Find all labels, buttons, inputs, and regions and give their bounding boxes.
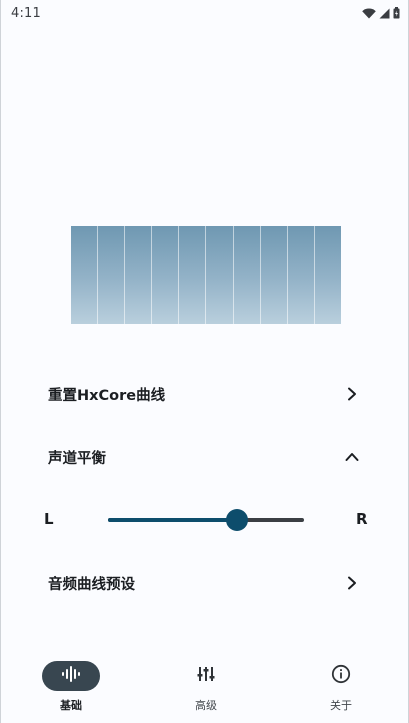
eq-band[interactable] xyxy=(261,226,288,324)
info-icon xyxy=(331,664,351,688)
eq-band[interactable] xyxy=(98,226,126,324)
status-bar: 4:11 xyxy=(1,0,409,26)
curve-presets-row[interactable]: 音频曲线预设 xyxy=(1,559,409,607)
eq-band[interactable] xyxy=(179,226,207,324)
sliders-icon xyxy=(197,665,215,687)
chevron-right-icon xyxy=(344,386,360,402)
channel-balance-row[interactable]: 声道平衡 xyxy=(1,433,409,481)
nav-item-advanced[interactable]: 高级 xyxy=(156,650,256,720)
battery-icon xyxy=(393,7,400,19)
eq-curve-graph[interactable] xyxy=(71,226,341,324)
chevron-right-icon xyxy=(344,575,360,591)
status-time: 4:11 xyxy=(11,5,41,21)
nav-pill-about[interactable] xyxy=(312,661,370,691)
wifi-icon xyxy=(362,8,376,19)
cell-signal-icon xyxy=(379,8,390,19)
curve-presets-label: 音频曲线预设 xyxy=(48,576,135,593)
waveform-icon xyxy=(61,665,81,687)
nav-item-about[interactable]: 关于 xyxy=(291,650,391,720)
nav-label-about: 关于 xyxy=(330,699,352,712)
status-icons xyxy=(362,7,400,19)
eq-band[interactable] xyxy=(315,226,341,324)
reset-curve-label: 重置HxCore曲线 xyxy=(48,387,166,404)
eq-band[interactable] xyxy=(125,226,153,324)
channel-balance-label: 声道平衡 xyxy=(48,450,106,467)
balance-slider-thumb[interactable] xyxy=(226,509,249,531)
eq-band[interactable] xyxy=(71,226,99,324)
nav-label-basic: 基础 xyxy=(60,699,82,712)
balance-right-label: R xyxy=(356,510,368,528)
eq-band[interactable] xyxy=(152,226,180,324)
nav-label-advanced: 高级 xyxy=(195,699,217,712)
bottom-navigation: 基础 高级 关于 xyxy=(1,650,409,723)
eq-band[interactable] xyxy=(288,226,315,324)
eq-band[interactable] xyxy=(206,226,234,324)
balance-control: L R xyxy=(1,500,409,540)
chevron-up-icon xyxy=(344,449,360,465)
eq-band[interactable] xyxy=(234,226,261,324)
nav-pill-advanced[interactable] xyxy=(177,661,235,691)
nav-item-basic[interactable]: 基础 xyxy=(21,650,121,720)
reset-curve-row[interactable]: 重置HxCore曲线 xyxy=(1,370,409,418)
balance-slider-fill xyxy=(108,518,238,522)
balance-left-label: L xyxy=(44,510,54,528)
nav-pill-basic[interactable] xyxy=(42,661,100,691)
balance-slider-track[interactable] xyxy=(108,518,304,522)
